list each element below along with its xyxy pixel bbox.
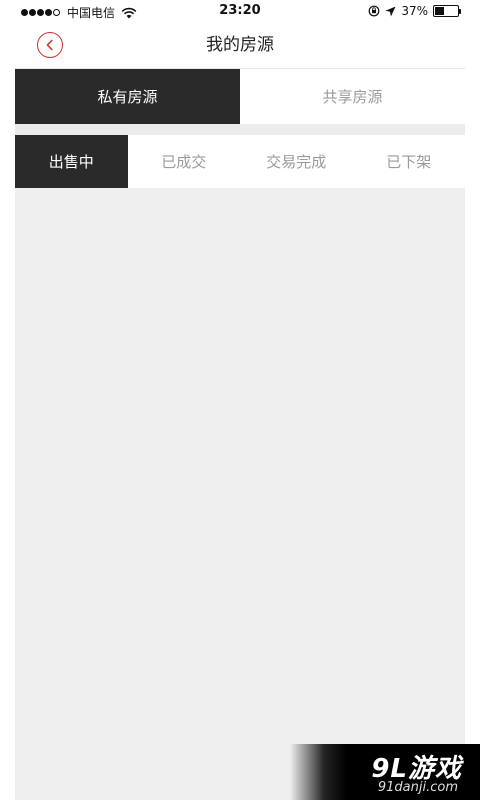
tab-deal-closed[interactable]: 已成交 <box>127 135 240 188</box>
nav-header: 我的房源 <box>15 22 465 69</box>
tab-transaction-complete[interactable]: 交易完成 <box>240 135 353 188</box>
rotation-lock-icon <box>368 5 380 17</box>
tab-on-sale[interactable]: 出售中 <box>15 135 128 188</box>
battery-icon <box>433 5 461 17</box>
tab-separator <box>15 124 465 135</box>
status-tab-bar: 出售中 已成交 交易完成 已下架 <box>15 135 465 188</box>
status-bar: 中国电信 23:20 37% <box>15 0 465 22</box>
watermark-domain: 91danji.com <box>377 780 458 795</box>
watermark: 9L游戏 91danji.com <box>290 744 480 800</box>
tab-shared-listings[interactable]: 共享房源 <box>240 69 465 124</box>
tab-private-listings[interactable]: 私有房源 <box>15 69 240 124</box>
app-screen: 中国电信 23:20 37% 我的房源 私有房源 共享房源 出售中 已成交 交易… <box>15 0 465 800</box>
battery-fill <box>435 7 444 15</box>
location-arrow-icon <box>385 6 396 16</box>
listing-content-area <box>15 188 465 800</box>
page-title: 我的房源 <box>206 35 274 55</box>
tab-delisted[interactable]: 已下架 <box>352 135 465 188</box>
battery-percent: 37% <box>401 4 428 18</box>
status-right: 37% <box>368 4 461 18</box>
main-tab-bar: 私有房源 共享房源 <box>15 69 465 124</box>
